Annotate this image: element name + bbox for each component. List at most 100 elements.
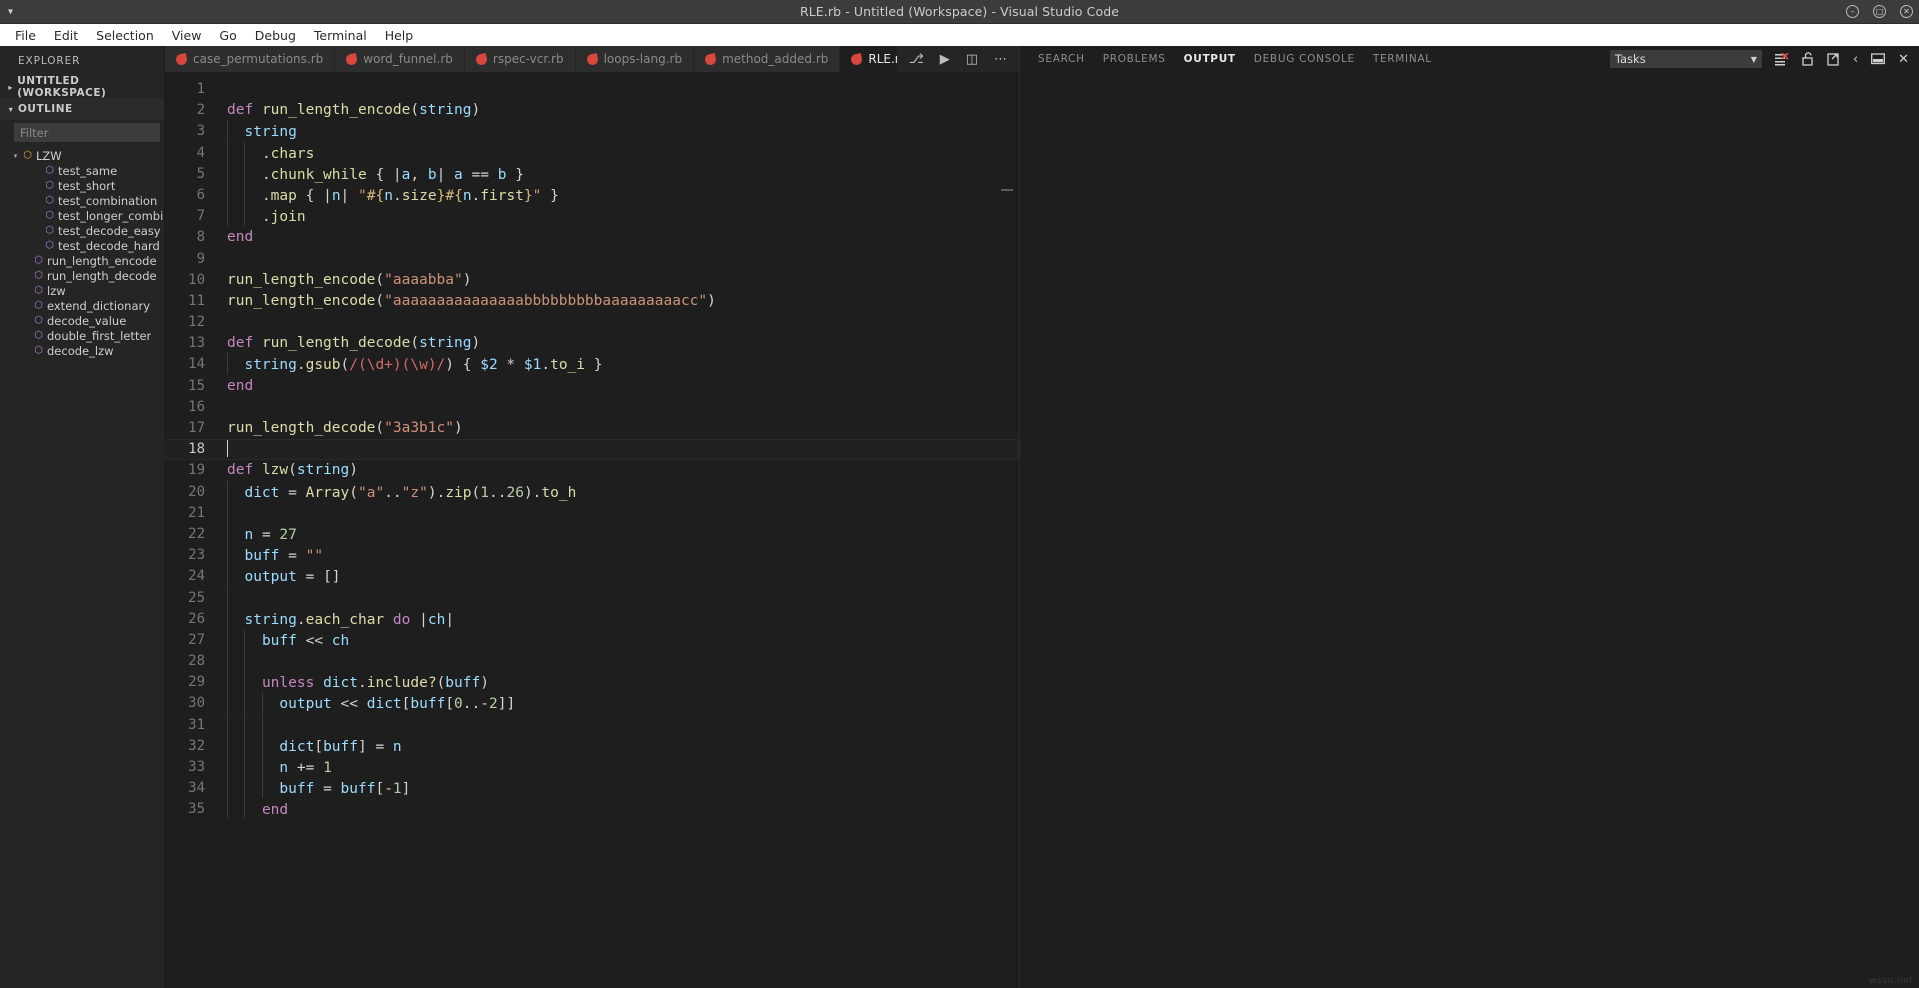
outline-item[interactable]: ⬡test_decode_easy: [0, 223, 164, 238]
code-line[interactable]: 25: [165, 588, 1019, 609]
code-line[interactable]: 3 string: [165, 121, 1019, 142]
outline-item[interactable]: ⬡test_short: [0, 178, 164, 193]
line-number: 33: [165, 757, 227, 778]
code-line[interactable]: 8end: [165, 227, 1019, 248]
editor-tab[interactable]: method_added.rb: [694, 46, 840, 72]
code-line[interactable]: 24 output = []: [165, 566, 1019, 587]
unlock-panel-icon[interactable]: [1802, 52, 1814, 66]
output-panel-body[interactable]: [1020, 72, 1919, 988]
line-number: 24: [165, 566, 227, 587]
output-channel-select[interactable]: Tasks ▼: [1610, 50, 1762, 68]
menu-view[interactable]: View: [165, 26, 209, 45]
menu-debug[interactable]: Debug: [248, 26, 303, 45]
open-in-editor-icon[interactable]: [1827, 52, 1840, 66]
code-line[interactable]: 33 n += 1: [165, 757, 1019, 778]
outline-item[interactable]: ⬡test_decode_hard: [0, 238, 164, 253]
close-button[interactable]: ✕: [1900, 5, 1913, 18]
split-editor-icon[interactable]: ◫: [966, 53, 978, 66]
code-line[interactable]: 20 dict = Array("a".."z").zip(1..26).to_…: [165, 482, 1019, 503]
outline-item[interactable]: ⬡test_longer_combination: [0, 208, 164, 223]
outline-item[interactable]: ⬡test_same: [0, 163, 164, 178]
code-line[interactable]: 7 .join: [165, 206, 1019, 227]
minimize-button[interactable]: –: [1846, 5, 1859, 18]
outline-item[interactable]: ⬡extend_dictionary: [0, 298, 164, 313]
outline-item[interactable]: ⬡run_length_encode: [0, 253, 164, 268]
chevron-down-icon[interactable]: ▾: [8, 6, 13, 17]
code-line[interactable]: 10run_length_encode("aaaabba"): [165, 270, 1019, 291]
outline-item[interactable]: ⬡decode_value: [0, 313, 164, 328]
code-line[interactable]: 5 .chunk_while { |a, b| a == b }: [165, 164, 1019, 185]
tab-debug-console[interactable]: DEBUG CONSOLE: [1254, 50, 1355, 68]
editor-viewport[interactable]: 12def run_length_encode(string)3 string4…: [165, 72, 1019, 988]
menu-selection[interactable]: Selection: [89, 26, 161, 45]
code-line[interactable]: 15end: [165, 376, 1019, 397]
tab-search[interactable]: SEARCH: [1038, 50, 1085, 68]
previous-icon[interactable]: ‹: [1853, 53, 1858, 66]
code-line[interactable]: 29 unless dict.include?(buff): [165, 672, 1019, 693]
outline-item[interactable]: ⬡test_combination: [0, 193, 164, 208]
code-line[interactable]: 28: [165, 651, 1019, 672]
code-line[interactable]: 18: [165, 439, 1019, 460]
menu-terminal[interactable]: Terminal: [307, 26, 374, 45]
code-line[interactable]: 16: [165, 397, 1019, 418]
code-line[interactable]: 2def run_length_encode(string): [165, 100, 1019, 121]
code-line[interactable]: 13def run_length_decode(string): [165, 333, 1019, 354]
menu-file[interactable]: File: [8, 26, 43, 45]
code-line[interactable]: 30 output << dict[buff[0..-2]]: [165, 693, 1019, 714]
code-line[interactable]: 11run_length_encode("aaaaaaaaaaaaaaabbbb…: [165, 291, 1019, 312]
code-line[interactable]: 27 buff << ch: [165, 630, 1019, 651]
code-line-text: buff << ch: [227, 629, 349, 652]
outline-item[interactable]: ▾⬡LZW: [0, 148, 164, 163]
code-line[interactable]: 4 .chars: [165, 143, 1019, 164]
open-changes-icon[interactable]: ⎇: [909, 53, 924, 66]
outline-item[interactable]: ⬡run_length_decode: [0, 268, 164, 283]
code-line[interactable]: 21: [165, 503, 1019, 524]
method-icon: ⬡: [43, 225, 56, 236]
more-actions-icon[interactable]: ⋯: [994, 53, 1007, 66]
editor-scrollbar-marker[interactable]: [1001, 189, 1013, 191]
menu-help[interactable]: Help: [378, 26, 421, 45]
code-line[interactable]: 19def lzw(string): [165, 460, 1019, 481]
outline-item-label: lzw: [47, 284, 66, 298]
editor-tab[interactable]: rspec-vcr.rb: [465, 46, 576, 72]
outline-item[interactable]: ⬡double_first_letter: [0, 328, 164, 343]
editor-tab[interactable]: word_funnel.rb: [335, 46, 465, 72]
close-panel-icon[interactable]: ✕: [1898, 53, 1909, 66]
maximize-panel-icon[interactable]: [1871, 53, 1885, 65]
line-number: 27: [165, 630, 227, 651]
code-line[interactable]: 14 string.gsub(/(\d+)(\w)/) { $2 * $1.to…: [165, 354, 1019, 375]
outline-item-label: test_decode_easy: [58, 224, 161, 238]
tab-problems[interactable]: PROBLEMS: [1103, 50, 1166, 68]
code-line-text: .map { |n| "#{n.size}#{n.first}" }: [227, 184, 559, 207]
code-line[interactable]: 23 buff = "": [165, 545, 1019, 566]
line-number: 30: [165, 693, 227, 714]
run-icon[interactable]: ▶: [940, 53, 950, 66]
code-line[interactable]: 34 buff = buff[-1]: [165, 778, 1019, 799]
outline-item[interactable]: ⬡decode_lzw: [0, 343, 164, 358]
code-line[interactable]: 26 string.each_char do |ch|: [165, 609, 1019, 630]
menu-go[interactable]: Go: [212, 26, 243, 45]
code-line[interactable]: 22 n = 27: [165, 524, 1019, 545]
editor-tab[interactable]: case_permutations.rb: [165, 46, 335, 72]
code-line[interactable]: 12: [165, 312, 1019, 333]
code-line[interactable]: 6 .map { |n| "#{n.size}#{n.first}" }: [165, 185, 1019, 206]
tab-output[interactable]: OUTPUT: [1184, 50, 1236, 68]
editor-tab[interactable]: loops-lang.rb: [576, 46, 695, 72]
section-untitled-workspace[interactable]: ▸ UNTITLED (WORKSPACE): [0, 76, 164, 98]
outline-item[interactable]: ⬡lzw: [0, 283, 164, 298]
code-line[interactable]: 17run_length_decode("3a3b1c"): [165, 418, 1019, 439]
code-line[interactable]: 35 end: [165, 799, 1019, 820]
tab-terminal[interactable]: TERMINAL: [1373, 50, 1432, 68]
code-line[interactable]: 31: [165, 715, 1019, 736]
outline-filter-input[interactable]: Filter: [14, 123, 160, 142]
maximize-button[interactable]: □: [1873, 5, 1886, 18]
panel-header: SEARCH PROBLEMS OUTPUT DEBUG CONSOLE TER…: [1020, 46, 1919, 72]
code-content[interactable]: 12def run_length_encode(string)3 string4…: [165, 72, 1019, 821]
chevron-down-icon[interactable]: ▾: [10, 152, 21, 160]
clear-output-icon[interactable]: [1775, 53, 1789, 66]
code-line[interactable]: 32 dict[buff] = n: [165, 736, 1019, 757]
menu-edit[interactable]: Edit: [47, 26, 85, 45]
section-outline[interactable]: ▾ OUTLINE: [0, 98, 164, 120]
code-line[interactable]: 1: [165, 79, 1019, 100]
code-line[interactable]: 9: [165, 249, 1019, 270]
